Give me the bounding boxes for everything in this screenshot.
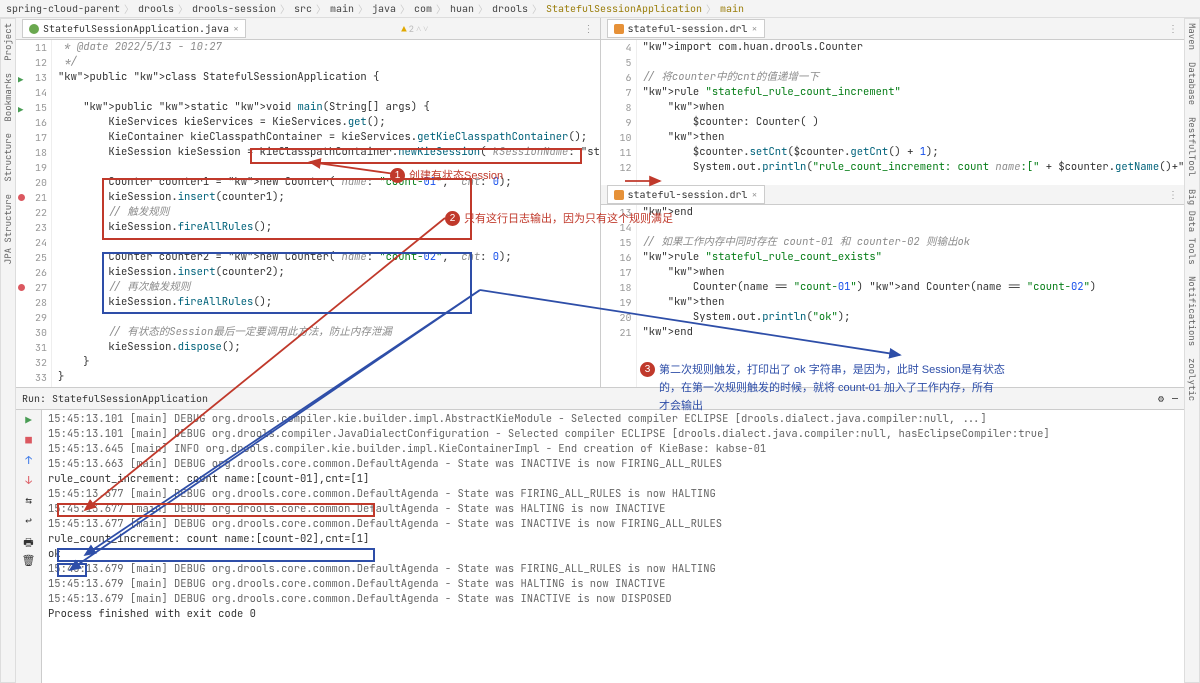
console-line: 15:45:13.101 [main] DEBUG org.drools.com… xyxy=(48,427,1178,442)
console-line: 15:45:13.677 [main] DEBUG org.drools.cor… xyxy=(48,502,1178,517)
file-tab-label: StatefulSessionApplication.java xyxy=(43,22,229,35)
chevron-up-icon[interactable]: ˄ xyxy=(416,23,421,35)
breadcrumb-segment[interactable]: java xyxy=(370,2,398,15)
console-line: Process finished with exit code 0 xyxy=(48,607,1178,622)
console-line: ok xyxy=(48,547,1178,562)
tool-tab-zoolytic[interactable]: zoolytic xyxy=(1186,358,1198,401)
console-line: 15:45:13.679 [main] DEBUG org.drools.cor… xyxy=(48,592,1178,607)
tool-window-bar-right: Maven Database RestfulTool Big Data Tools No… xyxy=(1184,18,1200,683)
console-line: 15:45:13.645 [main] INFO org.drools.comp… xyxy=(48,442,1178,457)
up-icon[interactable]: ↑ xyxy=(22,454,36,468)
breadcrumb-segment[interactable]: src xyxy=(292,2,314,15)
tool-window-bar-left: Project Bookmarks Structure JPA Structure xyxy=(0,18,16,683)
rerun-icon[interactable]: ▶ xyxy=(22,414,36,428)
tool-tab-structure[interactable]: Structure xyxy=(2,133,14,182)
gutter-right-b[interactable]: 131415161718192021 xyxy=(601,205,637,387)
down-icon[interactable]: ↓ xyxy=(22,474,36,488)
file-tab-drl-b[interactable]: stateful-session.drl × xyxy=(607,185,765,204)
more-icon[interactable]: ⋮ xyxy=(1168,188,1178,201)
breadcrumb-segment[interactable]: drools xyxy=(490,2,530,15)
tool-tab-jpa-structure[interactable]: JPA Structure xyxy=(2,194,14,264)
editor-tab-row-left: StatefulSessionApplication.java × ▲ 2 ˄ … xyxy=(16,18,600,40)
callout-2: 2只有这行日志输出，因为只有这个规则满足 xyxy=(445,210,673,226)
trash-icon[interactable]: 🗑 xyxy=(22,554,36,568)
filter-icon[interactable]: ⇆ xyxy=(22,494,36,508)
tool-tab-notifications[interactable]: Notifications xyxy=(1186,276,1198,346)
run-label: Run: xyxy=(22,392,46,405)
gutter-right-a[interactable]: 456789101112 xyxy=(601,40,637,185)
file-tab-drl[interactable]: stateful-session.drl × xyxy=(607,19,765,38)
callout-3: 3第二次规则触发，打印出了 ok 字符串，是因为，此时 Session是有状态 … xyxy=(640,362,1005,413)
close-icon[interactable]: × xyxy=(752,22,758,35)
run-panel: Run: StatefulSessionApplication ⚙ — ▶ ■ … xyxy=(16,388,1184,683)
editor-tab-row-right-b: stateful-session.drl × ⋮ xyxy=(601,185,1185,205)
chevron-down-icon[interactable]: ˅ xyxy=(423,23,428,35)
tool-tab-maven[interactable]: Maven xyxy=(1186,23,1198,50)
print-icon[interactable]: 🖶 xyxy=(22,534,36,548)
gutter-left[interactable]: 111213▶1415▶1617181920212223242526272829… xyxy=(16,40,52,387)
file-tab-label: stateful-session.drl xyxy=(628,188,748,201)
file-tab-java[interactable]: StatefulSessionApplication.java × xyxy=(22,19,246,38)
code-right-b[interactable]: "kw">end// 如果工作内存中同时存在 count-01 和 counte… xyxy=(637,205,1185,387)
wrap-icon[interactable]: ↩ xyxy=(22,514,36,528)
file-tab-label: stateful-session.drl xyxy=(628,22,748,35)
close-icon[interactable]: × xyxy=(752,188,758,201)
editor-left: StatefulSessionApplication.java × ▲ 2 ˄ … xyxy=(16,18,601,387)
callout-1: 1创建有状态Session xyxy=(390,167,503,183)
java-class-icon xyxy=(29,24,39,34)
close-icon[interactable]: × xyxy=(233,22,239,35)
inspection-widget[interactable]: ▲ 2 ˄ ˅ xyxy=(401,23,428,35)
gear-icon[interactable]: ⚙ xyxy=(1158,392,1164,405)
console-line: 15:45:13.679 [main] DEBUG org.drools.cor… xyxy=(48,577,1178,592)
console-line: rule_count_increment: count name:[count-… xyxy=(48,472,1178,487)
console-line: 15:45:13.663 [main] DEBUG org.drools.cor… xyxy=(48,457,1178,472)
console-output[interactable]: 15:45:13.101 [main] DEBUG org.drools.com… xyxy=(42,410,1184,683)
code-right-a[interactable]: "kw">import com.huan.drools.Counter// 将c… xyxy=(637,40,1185,185)
console-line: 15:45:13.101 [main] DEBUG org.drools.com… xyxy=(48,412,1178,427)
tool-tab-project[interactable]: Project xyxy=(2,23,14,61)
breadcrumb-segment[interactable]: drools xyxy=(136,2,176,15)
tool-tab-bookmarks[interactable]: Bookmarks xyxy=(2,73,14,122)
drools-file-icon xyxy=(614,24,624,34)
tool-tab-big-data-tools[interactable]: Big Data Tools xyxy=(1186,189,1198,265)
warning-icon: ▲ xyxy=(401,23,406,35)
more-icon[interactable]: ⋮ xyxy=(584,22,594,35)
breadcrumb-segment[interactable]: com xyxy=(412,2,434,15)
console-line: 15:45:13.677 [main] DEBUG org.drools.cor… xyxy=(48,487,1178,502)
breadcrumb-segment[interactable]: main xyxy=(328,2,356,15)
tool-tab-database[interactable]: Database xyxy=(1186,62,1198,105)
breadcrumb-segment[interactable]: spring-cloud-parent xyxy=(4,2,122,15)
breadcrumb-segment[interactable]: drools-session xyxy=(190,2,278,15)
breadcrumb-segment[interactable]: main xyxy=(718,2,746,15)
run-panel-header: Run: StatefulSessionApplication ⚙ — xyxy=(16,388,1184,410)
run-toolbar: ▶ ■ ↑ ↓ ⇆ ↩ 🖶 🗑 xyxy=(16,410,42,683)
console-line: 15:45:13.679 [main] DEBUG org.drools.cor… xyxy=(48,562,1178,577)
breadcrumb[interactable]: spring-cloud-parent〉drools〉drools-sessio… xyxy=(0,0,1200,18)
editor-tab-row-right: stateful-session.drl × ⋮ xyxy=(601,18,1185,40)
more-icon[interactable]: ⋮ xyxy=(1168,22,1178,35)
console-line: 15:45:13.677 [main] DEBUG org.drools.cor… xyxy=(48,517,1178,532)
run-config-name[interactable]: StatefulSessionApplication xyxy=(52,392,208,405)
breadcrumb-segment[interactable]: huan xyxy=(448,2,476,15)
editor-right: stateful-session.drl × ⋮ 456789101112 "k… xyxy=(601,18,1185,387)
drools-file-icon xyxy=(614,190,624,200)
stop-icon[interactable]: ■ xyxy=(22,434,36,448)
breadcrumb-segment[interactable]: StatefulSessionApplication xyxy=(544,2,704,15)
minimize-icon[interactable]: — xyxy=(1172,392,1178,405)
console-line: rule_count_increment: count name:[count-… xyxy=(48,532,1178,547)
tool-tab-restfultool[interactable]: RestfulTool xyxy=(1186,117,1198,176)
